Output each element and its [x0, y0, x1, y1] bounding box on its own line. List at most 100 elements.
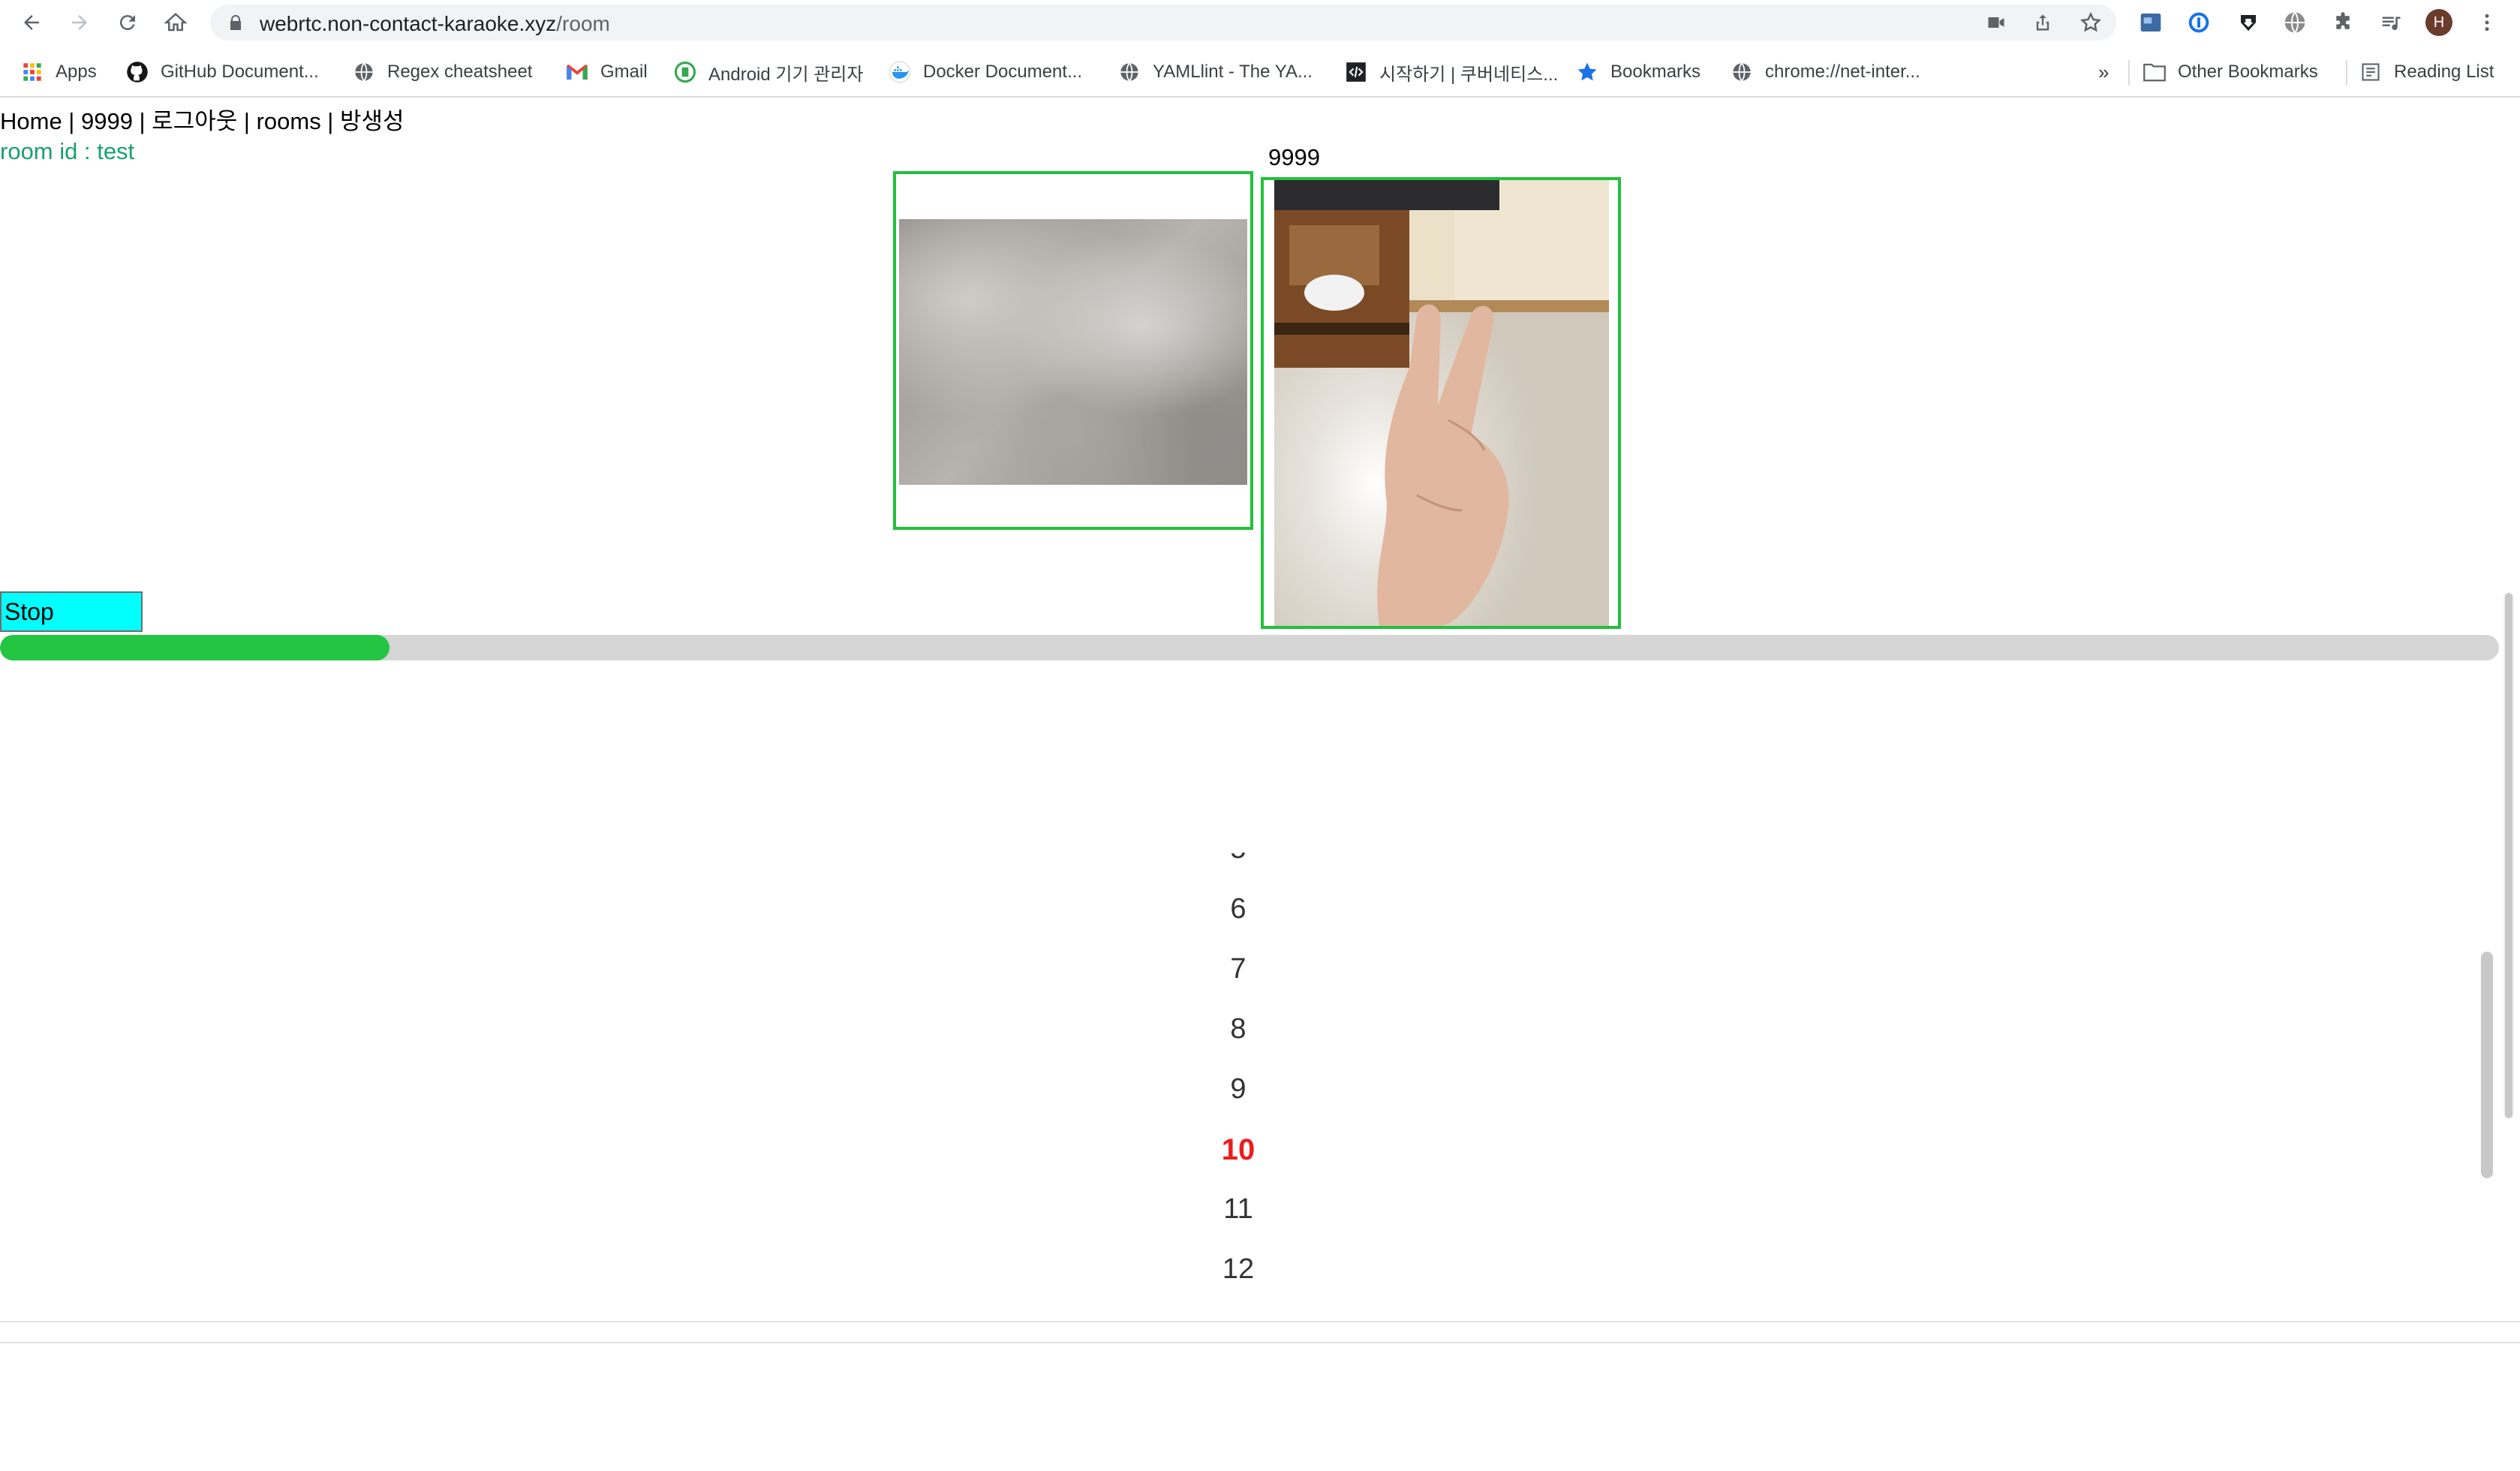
extension-globe[interactable]: [2281, 9, 2308, 36]
url-text: webrtc.non-contact-karaoke.xyz/room: [260, 12, 610, 36]
bookmark-net-internals[interactable]: chrome://net-inter...: [1731, 57, 1920, 87]
bookmark-label: Docker Document...: [923, 62, 1083, 82]
remote-video-feed: [1274, 180, 1609, 626]
remote-video: [1261, 177, 1621, 629]
home-icon: [164, 13, 187, 32]
bookmark-android-device-manager[interactable]: Android 기기 관리자: [674, 57, 863, 87]
reading-list-button[interactable]: Reading List: [2359, 57, 2494, 87]
reload-icon: [119, 15, 135, 31]
video-camera-icon: [1988, 17, 2004, 28]
other-bookmarks-folder[interactable]: Other Bookmarks: [2143, 57, 2318, 87]
stop-button[interactable]: Stop: [0, 591, 143, 632]
address-bar[interactable]: webrtc.non-contact-karaoke.xyz/room: [210, 5, 2116, 41]
bookmark-kubernetes[interactable]: 시작하기 | 쿠버네티스...: [1345, 57, 1558, 87]
room-id-label: room id : test: [0, 138, 135, 164]
url-host: webrtc.non-contact-karaoke.xyz: [260, 12, 557, 35]
footer-divider: [0, 1342, 2520, 1343]
docker-icon: [889, 61, 911, 83]
android-device-manager-icon: [674, 61, 696, 83]
bookmark-label: Apps: [56, 62, 97, 82]
local-video-feed: [899, 219, 1247, 485]
download-shield-icon: [2241, 15, 2256, 32]
bookmarks-bar: Apps GitHub Document... Regex cheatsheet…: [0, 47, 2520, 98]
lyrics-panel: 5 6 7 8 9 10 11 12: [0, 853, 2476, 1319]
reading-list-icon: [2359, 61, 2382, 83]
music-queue-icon: [2382, 17, 2401, 31]
bookmark-yamllint[interactable]: YAMLlint - The YA...: [1118, 57, 1313, 87]
share-icon: [2036, 14, 2049, 31]
lyric-line: 9: [1230, 1073, 1246, 1105]
lyric-line: 12: [1222, 1253, 1255, 1285]
url-path: /room: [556, 12, 610, 35]
globe-extension-icon: [2284, 11, 2305, 34]
folder-icon: [2143, 61, 2166, 83]
bookmark-label: Other Bookmarks: [2178, 62, 2318, 82]
remote-user-label: 9999: [1268, 144, 1320, 170]
browser-toolbar: webrtc.non-contact-karaoke.xyz/room H: [0, 0, 2520, 45]
globe-icon: [353, 61, 375, 83]
extension-download[interactable]: [2235, 9, 2262, 36]
github-icon: [126, 61, 149, 83]
profile-avatar[interactable]: H: [2425, 9, 2452, 36]
camera-permission-button[interactable]: [1983, 9, 2010, 36]
home-button[interactable]: [161, 8, 191, 38]
lyrics-scrollbar-thumb[interactable]: [2481, 952, 2493, 1178]
code-icon: [1345, 61, 1367, 83]
bookmark-star-button[interactable]: [2077, 9, 2104, 36]
password-manager-icon: [2188, 12, 2209, 33]
back-button[interactable]: [17, 8, 47, 38]
star-icon: [1576, 61, 1598, 83]
back-arrow-icon: [24, 15, 39, 30]
bookmarks-divider: [2346, 60, 2347, 86]
bookmark-regex[interactable]: Regex cheatsheet: [353, 57, 532, 87]
bookmark-label: chrome://net-inter...: [1765, 62, 1920, 82]
bookmark-label: GitHub Document...: [161, 62, 319, 82]
bookmark-github-docs[interactable]: GitHub Document...: [126, 57, 319, 87]
bookmark-apps[interactable]: Apps: [21, 57, 97, 87]
page-scrollbar-thumb[interactable]: [2505, 593, 2512, 1118]
bookmark-label: Android 기기 관리자: [708, 64, 864, 85]
share-button[interactable]: [2029, 9, 2056, 36]
extension-1password[interactable]: [2185, 9, 2212, 36]
lyric-line: 8: [1230, 1013, 1246, 1045]
extension-square-icon: [2140, 14, 2161, 32]
avatar: H: [2425, 9, 2452, 36]
bookmark-label: 시작하기 | 쿠버네티스...: [1379, 64, 1559, 85]
bookmarks-divider: [2128, 60, 2130, 86]
bookmark-docker-docs[interactable]: Docker Document...: [889, 57, 1082, 87]
lyric-line-partial: 5: [0, 853, 2476, 865]
extension-1[interactable]: [2137, 9, 2164, 36]
bookmark-label: Gmail: [600, 62, 648, 82]
bookmark-gmail[interactable]: Gmail: [566, 57, 648, 87]
media-control-button[interactable]: [2377, 9, 2404, 36]
lyric-line: 7: [1230, 953, 1246, 985]
globe-icon: [1731, 61, 1753, 83]
song-progress-fill: [0, 635, 390, 660]
bookmark-label: YAMLlint - The YA...: [1153, 62, 1313, 82]
browser-menu-button[interactable]: [2473, 9, 2500, 36]
lock-icon: [230, 15, 241, 30]
puzzle-piece-icon: [2336, 12, 2350, 29]
lyric-line: 11: [1223, 1193, 1253, 1225]
site-nav[interactable]: Home | 9999 | 로그아웃 | rooms | 방생성: [0, 102, 404, 136]
bookmark-label: Regex cheatsheet: [387, 62, 533, 82]
globe-icon: [1118, 61, 1141, 83]
song-progress-bar[interactable]: [0, 635, 2499, 660]
lyric-line: 6: [1230, 893, 1246, 925]
forward-button[interactable]: [65, 8, 95, 38]
reload-button[interactable]: [113, 8, 143, 38]
bookmarks-overflow-button[interactable]: »: [2098, 57, 2109, 87]
footer-divider: [0, 1321, 2520, 1322]
gmail-icon: [566, 61, 588, 83]
apps-grid-icon: [21, 61, 44, 83]
extensions-button[interactable]: [2329, 9, 2356, 36]
camera-frame-image: [1274, 180, 1609, 626]
more-vertical-icon: [2485, 14, 2489, 32]
forward-arrow-icon: [72, 15, 87, 30]
bookmark-folder-bookmarks[interactable]: Bookmarks: [1576, 57, 1701, 87]
star-outline-icon: [2079, 11, 2102, 32]
lyric-line: 10: [1221, 1133, 1255, 1166]
page-scrollbar[interactable]: [2503, 593, 2514, 1118]
bookmark-label: Reading List: [2394, 62, 2494, 82]
bookmark-label: Bookmarks: [1610, 62, 1701, 82]
